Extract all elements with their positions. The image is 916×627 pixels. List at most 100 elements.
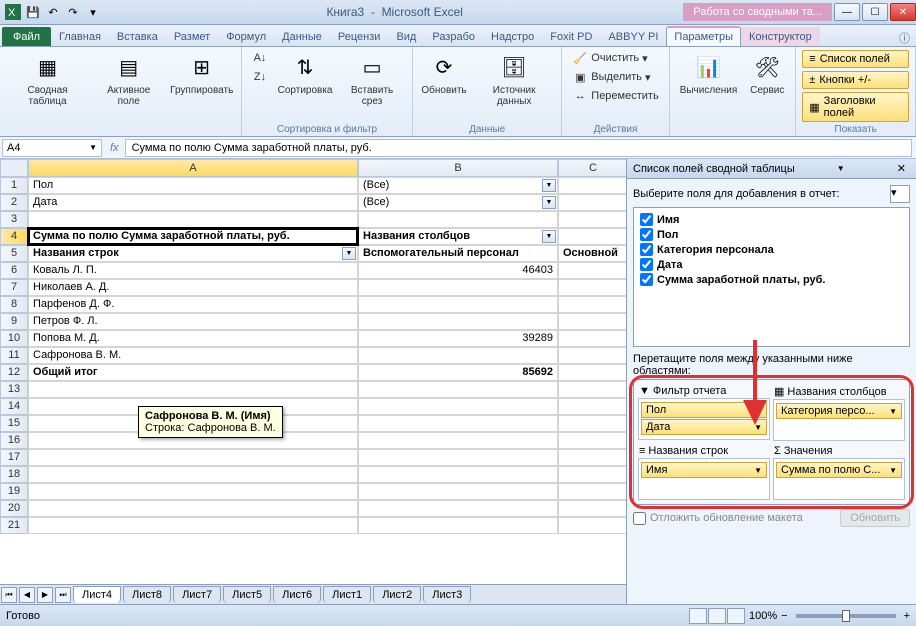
redo-icon[interactable]: ↷ (64, 3, 82, 21)
minimize-button[interactable]: — (834, 3, 860, 21)
col-header-b[interactable]: B (358, 159, 558, 177)
sheet-nav-first[interactable]: ⏮ (1, 587, 17, 603)
cell[interactable]: Названия столбцов▼ (358, 228, 558, 245)
cell[interactable]: Петров Ф. Л. (28, 313, 358, 330)
filter-pill[interactable]: Дата▼ (641, 419, 767, 435)
tab-developer[interactable]: Разрабо (424, 27, 483, 46)
tab-review[interactable]: Рецензи (330, 27, 389, 46)
sheet-tab[interactable]: Лист4 (73, 586, 121, 603)
cell[interactable] (358, 211, 558, 228)
select-all-corner[interactable] (0, 159, 28, 177)
field-item[interactable]: Сумма заработной платы, руб. (638, 272, 905, 287)
group-button[interactable]: ⊞Группировать (168, 49, 235, 98)
layout-picker-icon[interactable]: ▾ (890, 185, 910, 203)
cell[interactable] (558, 517, 626, 534)
row-header[interactable]: 16 (0, 432, 28, 449)
cell[interactable] (558, 449, 626, 466)
close-button[interactable]: ✕ (890, 3, 916, 21)
buttons-toggle[interactable]: ±Кнопки +/- (802, 71, 909, 89)
qat-more-icon[interactable]: ▾ (84, 3, 102, 21)
excel-icon[interactable]: X (4, 3, 22, 21)
cell[interactable] (28, 483, 358, 500)
sheet-tab[interactable]: Лист6 (273, 586, 321, 603)
cell[interactable] (558, 211, 626, 228)
cell[interactable] (358, 381, 558, 398)
data-source-button[interactable]: 🗄Источник данных (473, 49, 555, 109)
cell[interactable] (358, 279, 558, 296)
sheet-tab[interactable]: Лист5 (223, 586, 271, 603)
cell[interactable] (558, 483, 626, 500)
row-header[interactable]: 9 (0, 313, 28, 330)
cell[interactable]: (Все)▼ (358, 177, 558, 194)
tab-home[interactable]: Главная (51, 27, 109, 46)
value-pill[interactable]: Сумма по полю С...▼ (776, 462, 902, 478)
tab-file[interactable]: Файл (2, 27, 51, 46)
view-page-layout-button[interactable] (708, 608, 726, 624)
cell[interactable] (558, 296, 626, 313)
cell[interactable] (28, 500, 358, 517)
undo-icon[interactable]: ↶ (44, 3, 62, 21)
field-list-toggle[interactable]: ≡Список полей (802, 50, 909, 68)
tab-data[interactable]: Данные (274, 27, 330, 46)
cell[interactable] (358, 415, 558, 432)
row-pill[interactable]: Имя▼ (641, 462, 767, 478)
cell[interactable] (358, 313, 558, 330)
cell[interactable]: Парфенов Д. Ф. (28, 296, 358, 313)
cell[interactable]: Основной (558, 245, 626, 262)
formula-input[interactable] (125, 139, 912, 157)
sort-button[interactable]: ⇅Сортировка (276, 49, 334, 98)
row-header[interactable]: 3 (0, 211, 28, 228)
row-header[interactable]: 13 (0, 381, 28, 398)
cell[interactable]: 46403 (358, 262, 558, 279)
cell[interactable] (558, 500, 626, 517)
cell[interactable] (558, 466, 626, 483)
cell[interactable] (28, 381, 358, 398)
move-button[interactable]: ↔Переместить (568, 87, 662, 105)
cell[interactable] (358, 500, 558, 517)
sheet-nav-prev[interactable]: ◀ (19, 587, 35, 603)
active-cell[interactable]: Сумма по полю Сумма заработной платы, ру… (28, 228, 358, 245)
cell[interactable]: 85692 (358, 364, 558, 381)
select-button[interactable]: ▣Выделить ▾ (568, 68, 662, 86)
filter-pill[interactable]: Пол▼ (641, 402, 767, 418)
insert-slicer-button[interactable]: ▭Вставить срез (338, 49, 406, 109)
cell[interactable]: Пол (28, 177, 358, 194)
sheet-tab[interactable]: Лист3 (423, 586, 471, 603)
zoom-out-button[interactable]: − (781, 610, 787, 622)
row-header[interactable]: 4 (0, 228, 28, 245)
row-header[interactable]: 18 (0, 466, 28, 483)
defer-checkbox[interactable] (633, 512, 646, 525)
cell[interactable] (28, 449, 358, 466)
row-header[interactable]: 21 (0, 517, 28, 534)
sheet-tab[interactable]: Лист8 (123, 586, 171, 603)
row-header[interactable]: 17 (0, 449, 28, 466)
clear-button[interactable]: 🧹Очистить ▾ (568, 49, 662, 67)
field-item[interactable]: Имя (638, 212, 905, 227)
field-item[interactable]: Категория персонала (638, 242, 905, 257)
row-header[interactable]: 6 (0, 262, 28, 279)
row-header[interactable]: 10 (0, 330, 28, 347)
maximize-button[interactable]: ☐ (862, 3, 888, 21)
cell[interactable] (28, 466, 358, 483)
cell[interactable] (558, 313, 626, 330)
zoom-level[interactable]: 100% (749, 610, 777, 622)
view-page-break-button[interactable] (727, 608, 745, 624)
row-header[interactable]: 15 (0, 415, 28, 432)
row-header[interactable]: 8 (0, 296, 28, 313)
sort-desc-button[interactable]: Z↓ (248, 68, 272, 86)
help-icon[interactable]: ⓘ (893, 30, 916, 46)
tab-layout[interactable]: Размет (166, 27, 218, 46)
col-header-a[interactable]: A (28, 159, 358, 177)
cell[interactable]: Сафронова В. М. (28, 347, 358, 364)
cell[interactable]: 39289 (358, 330, 558, 347)
field-checkbox[interactable] (640, 243, 653, 256)
fx-icon[interactable]: fx (104, 142, 125, 154)
cell[interactable] (358, 347, 558, 364)
sheet-nav-last[interactable]: ⏭ (55, 587, 71, 603)
row-header[interactable]: 5 (0, 245, 28, 262)
filter-dropdown-icon[interactable]: ▼ (542, 196, 556, 209)
field-item[interactable]: Дата (638, 257, 905, 272)
row-header[interactable]: 11 (0, 347, 28, 364)
field-checkbox[interactable] (640, 258, 653, 271)
cell[interactable]: Дата (28, 194, 358, 211)
